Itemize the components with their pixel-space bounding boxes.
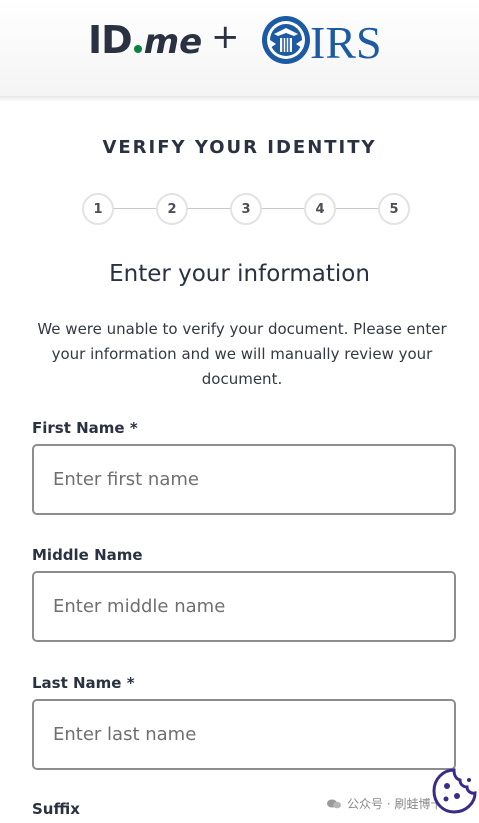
header-divider xyxy=(0,96,479,102)
watermark: 公众号 · 刷蛙博卡 xyxy=(327,795,442,812)
page-title: VERIFY YOUR IDENTITY xyxy=(102,137,377,158)
irs-logo: IRS xyxy=(262,16,382,66)
cookie-icon[interactable] xyxy=(429,766,479,816)
idme-logo-id: ID xyxy=(88,18,133,62)
step-2: 2 xyxy=(156,193,188,225)
first-name-label: First Name * xyxy=(32,419,138,437)
step-1: 1 xyxy=(82,193,114,225)
middle-name-label: Middle Name xyxy=(32,546,143,564)
progress-stepper: 1 2 3 4 5 xyxy=(82,193,410,225)
first-name-label-text: First Name xyxy=(32,419,125,437)
step-5: 5 xyxy=(378,193,410,225)
middle-name-label-text: Middle Name xyxy=(32,546,143,564)
form-heading: Enter your information xyxy=(109,261,370,287)
header: ID me + IRS xyxy=(0,0,479,98)
eagle-seal-icon xyxy=(262,16,310,64)
step-connector xyxy=(260,208,304,209)
step-connector xyxy=(334,208,378,209)
middle-name-input[interactable] xyxy=(32,571,456,642)
idme-logo-me: me xyxy=(143,22,203,62)
plus-sign: + xyxy=(211,17,240,57)
step-3: 3 xyxy=(230,193,262,225)
idme-logo: ID me xyxy=(88,18,202,62)
irs-logo-text: IRS xyxy=(310,17,382,66)
step-4: 4 xyxy=(304,193,336,225)
suffix-label-text: Suffix xyxy=(32,800,80,818)
step-connector xyxy=(112,208,156,209)
step-connector xyxy=(186,208,230,209)
wechat-icon xyxy=(327,799,341,808)
last-name-input[interactable] xyxy=(32,699,456,770)
idme-logo-dot xyxy=(133,45,142,53)
required-mark: * xyxy=(126,674,135,692)
form-description: We were unable to verify your document. … xyxy=(37,320,447,388)
first-name-input[interactable] xyxy=(32,444,456,515)
last-name-label: Last Name * xyxy=(32,674,135,692)
suffix-label: Suffix xyxy=(32,800,80,818)
last-name-label-text: Last Name xyxy=(32,674,122,692)
required-mark: * xyxy=(129,419,138,437)
